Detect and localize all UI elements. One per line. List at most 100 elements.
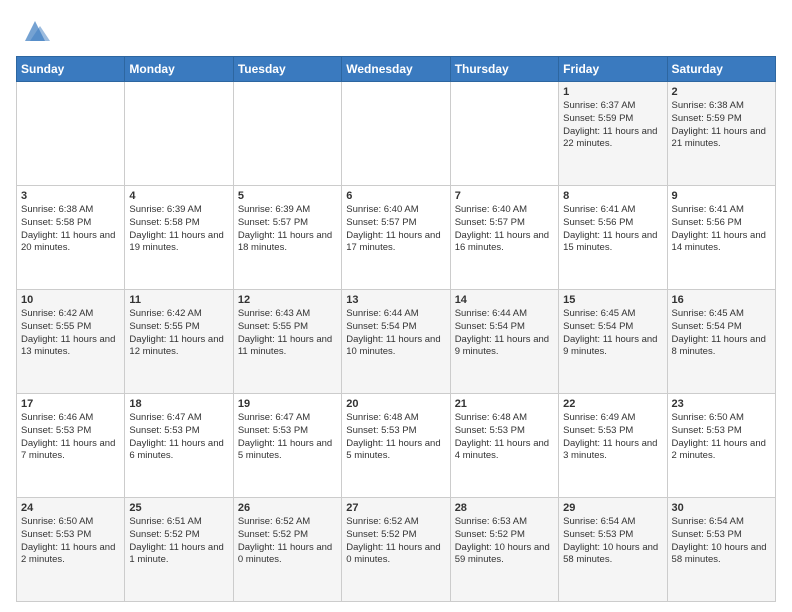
day-info: Daylight: 11 hours and 2 minutes. (21, 542, 120, 568)
day-info: Sunrise: 6:38 AM (672, 100, 771, 113)
week-row-4: 24Sunrise: 6:50 AMSunset: 5:53 PMDayligh… (17, 498, 776, 602)
day-cell: 22Sunrise: 6:49 AMSunset: 5:53 PMDayligh… (559, 394, 667, 498)
day-number: 18 (129, 398, 228, 410)
day-cell: 21Sunrise: 6:48 AMSunset: 5:53 PMDayligh… (450, 394, 558, 498)
day-number: 14 (455, 294, 554, 306)
day-info: Daylight: 11 hours and 5 minutes. (346, 438, 445, 464)
day-info: Sunset: 5:53 PM (563, 425, 662, 438)
day-info: Sunrise: 6:44 AM (346, 308, 445, 321)
day-info: Sunset: 5:52 PM (129, 529, 228, 542)
day-info: Sunrise: 6:44 AM (455, 308, 554, 321)
col-header-monday: Monday (125, 57, 233, 82)
col-header-thursday: Thursday (450, 57, 558, 82)
day-cell (125, 82, 233, 186)
day-info: Sunrise: 6:41 AM (563, 204, 662, 217)
day-cell: 16Sunrise: 6:45 AMSunset: 5:54 PMDayligh… (667, 290, 775, 394)
day-cell: 4Sunrise: 6:39 AMSunset: 5:58 PMDaylight… (125, 186, 233, 290)
day-info: Sunset: 5:54 PM (455, 321, 554, 334)
day-cell: 17Sunrise: 6:46 AMSunset: 5:53 PMDayligh… (17, 394, 125, 498)
day-number: 4 (129, 190, 228, 202)
day-info: Sunrise: 6:48 AM (455, 412, 554, 425)
day-cell: 25Sunrise: 6:51 AMSunset: 5:52 PMDayligh… (125, 498, 233, 602)
day-number: 25 (129, 502, 228, 514)
day-cell: 28Sunrise: 6:53 AMSunset: 5:52 PMDayligh… (450, 498, 558, 602)
day-info: Sunrise: 6:54 AM (563, 516, 662, 529)
day-info: Daylight: 11 hours and 0 minutes. (346, 542, 445, 568)
page: SundayMondayTuesdayWednesdayThursdayFrid… (0, 0, 792, 612)
day-info: Daylight: 11 hours and 4 minutes. (455, 438, 554, 464)
day-cell (450, 82, 558, 186)
day-cell: 18Sunrise: 6:47 AMSunset: 5:53 PMDayligh… (125, 394, 233, 498)
col-header-sunday: Sunday (17, 57, 125, 82)
day-info: Sunrise: 6:53 AM (455, 516, 554, 529)
day-cell: 11Sunrise: 6:42 AMSunset: 5:55 PMDayligh… (125, 290, 233, 394)
day-info: Sunset: 5:55 PM (129, 321, 228, 334)
day-number: 26 (238, 502, 337, 514)
col-header-wednesday: Wednesday (342, 57, 450, 82)
day-info: Sunrise: 6:54 AM (672, 516, 771, 529)
day-cell: 15 Sunrise: 6:45 AMSunset: 5:54 PMDayligh… (559, 290, 667, 394)
day-info: Sunset: 5:57 PM (455, 217, 554, 230)
day-info: Sunset: 5:54 PM (672, 321, 771, 334)
day-info: Daylight: 11 hours and 19 minutes. (129, 230, 228, 256)
day-info: Sunrise: 6:50 AM (21, 516, 120, 529)
day-info: Sunset: 5:54 PM (563, 321, 662, 334)
day-number: 27 (346, 502, 445, 514)
day-number: 22 (563, 398, 662, 410)
day-cell: 3Sunrise: 6:38 AMSunset: 5:58 PMDaylight… (17, 186, 125, 290)
day-info: Sunset: 5:53 PM (21, 529, 120, 542)
day-info: Sunrise: 6:52 AM (238, 516, 337, 529)
day-info: Daylight: 10 hours and 59 minutes. (455, 542, 554, 568)
day-info: Daylight: 11 hours and 16 minutes. (455, 230, 554, 256)
day-number: 5 (238, 190, 337, 202)
day-info: Daylight: 11 hours and 13 minutes. (21, 334, 120, 360)
day-info: Sunset: 5:52 PM (455, 529, 554, 542)
day-number: 20 (346, 398, 445, 410)
day-cell: 7Sunrise: 6:40 AMSunset: 5:57 PMDaylight… (450, 186, 558, 290)
week-row-2: 10 Sunrise: 6:42 AMSunset: 5:55 PM Dayligh… (17, 290, 776, 394)
day-number: 6 (346, 190, 445, 202)
day-cell: 10Sunrise: 6:42 AMSunset: 5:55 PMDayligh… (17, 290, 125, 394)
day-info: Daylight: 11 hours and 5 minutes. (238, 438, 337, 464)
day-info: Sunrise: 6:38 AM (21, 204, 120, 217)
day-info: Daylight: 11 hours and 10 minutes. (346, 334, 445, 360)
day-info: Sunset: 5:54 PM (346, 321, 445, 334)
day-cell: 23Sunrise: 6:50 AMSunset: 5:53 PMDayligh… (667, 394, 775, 498)
day-cell: 24Sunrise: 6:50 AMSunset: 5:53 PMDayligh… (17, 498, 125, 602)
day-info: Sunrise: 6:46 AM (21, 412, 120, 425)
day-info: Daylight: 11 hours and 9 minutes. (563, 334, 662, 360)
week-row-3: 17 Sunrise: 6:46 AM Sunset: 5:53 PM Dayligh… (17, 394, 776, 498)
day-info: Sunset: 5:58 PM (21, 217, 120, 230)
day-info: Sunset: 5:58 PM (129, 217, 228, 230)
day-info: Daylight: 11 hours and 17 minutes. (346, 230, 445, 256)
day-info: Sunrise: 6:37 AM (563, 100, 662, 113)
day-number: 17 (21, 398, 120, 410)
day-cell (233, 82, 341, 186)
day-number: 19 (238, 398, 337, 410)
day-cell: 30Sunrise: 6:54 AMSunset: 5:53 PMDayligh… (667, 498, 775, 602)
day-info: Sunset: 5:52 PM (238, 529, 337, 542)
day-cell: 13Sunrise: 6:44 AMSunset: 5:54 PMDayligh… (342, 290, 450, 394)
day-info: Sunrise: 6:45 AM (563, 308, 662, 321)
day-cell: 26Sunrise: 6:52 AMSunset: 5:52 PMDayligh… (233, 498, 341, 602)
day-number: 12 (238, 294, 337, 306)
day-info: Sunrise: 6:52 AM (346, 516, 445, 529)
day-number: 15 (563, 294, 662, 306)
day-cell: 29Sunrise: 6:54 AMSunset: 5:53 PMDayligh… (559, 498, 667, 602)
day-info: Daylight: 11 hours and 9 minutes. (455, 334, 554, 360)
day-cell: 12Sunrise: 6:43 AMSunset: 5:55 PMDayligh… (233, 290, 341, 394)
col-header-saturday: Saturday (667, 57, 775, 82)
day-number: 7 (455, 190, 554, 202)
day-number: 10 (21, 294, 120, 306)
logo (16, 16, 50, 46)
day-cell (17, 82, 125, 186)
day-info: Sunset: 5:56 PM (563, 217, 662, 230)
day-info: Daylight: 11 hours and 21 minutes. (672, 126, 771, 152)
col-header-tuesday: Tuesday (233, 57, 341, 82)
day-info: Daylight: 11 hours and 15 minutes. (563, 230, 662, 256)
day-info: Sunrise: 6:40 AM (346, 204, 445, 217)
calendar-table: SundayMondayTuesdayWednesdayThursdayFrid… (16, 56, 776, 602)
day-cell: 1Sunrise: 6:37 AMSunset: 5:59 PMDaylight… (559, 82, 667, 186)
day-info: Sunrise: 6:42 AM (129, 308, 228, 321)
day-number: 30 (672, 502, 771, 514)
